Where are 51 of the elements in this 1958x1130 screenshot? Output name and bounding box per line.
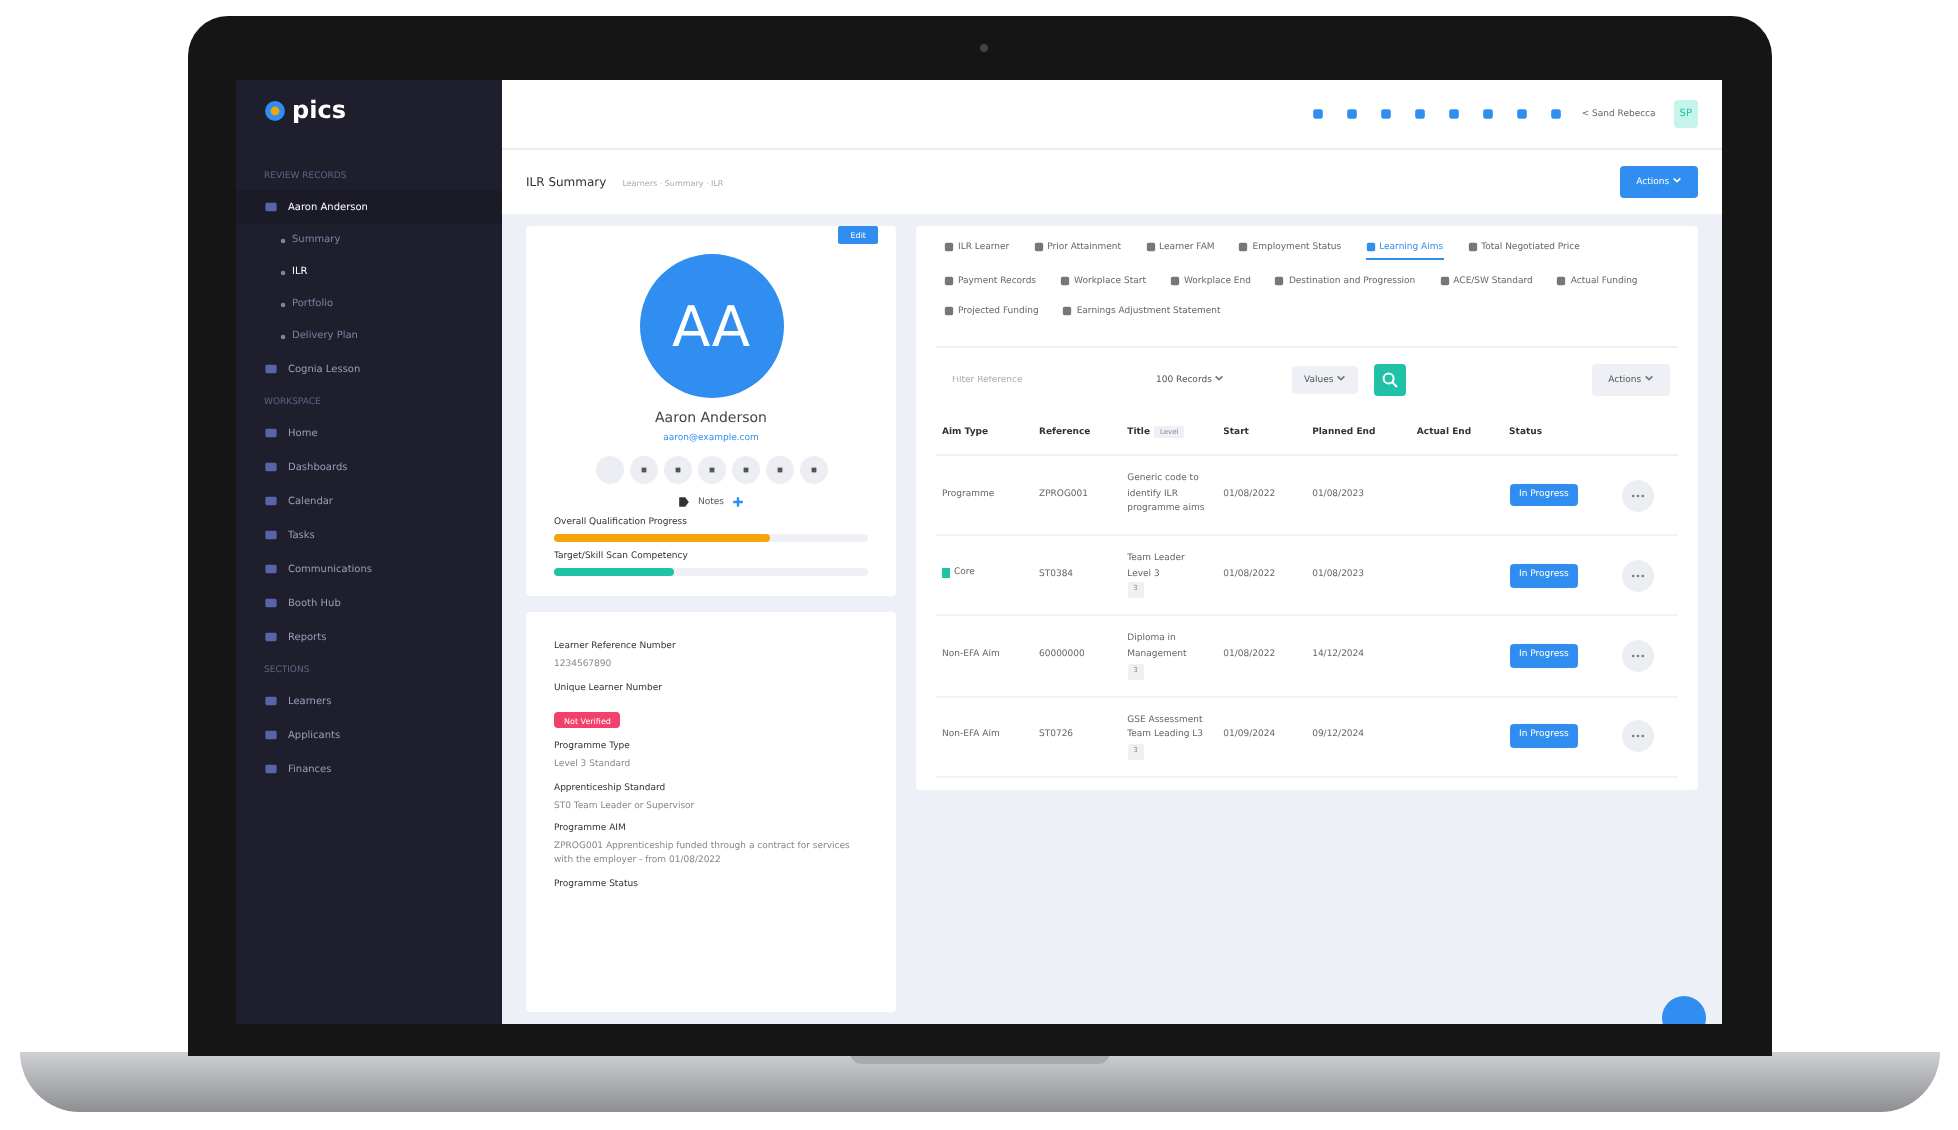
- caret-icon: [1214, 374, 1225, 383]
- folder-icon: [264, 630, 278, 644]
- link-button[interactable]: [765, 456, 793, 484]
- square-icon: [944, 275, 954, 286]
- square-icon: [1033, 242, 1044, 252]
- mail-button[interactable]: [663, 456, 691, 484]
- search-icon: [1380, 370, 1401, 391]
- bullet-icon: [280, 269, 286, 275]
- caret-icon: [1672, 176, 1682, 184]
- dots-icon: [1630, 571, 1647, 580]
- folder-icon: [264, 762, 278, 776]
- folder-icon: [264, 596, 278, 610]
- dots-icon: [1630, 491, 1647, 500]
- square-icon: [1467, 242, 1478, 252]
- folder-icon: [264, 426, 278, 440]
- caret-icon: [1644, 374, 1654, 383]
- dots-icon: [1630, 732, 1647, 741]
- square-icon: [944, 306, 954, 317]
- camera-icon: [979, 44, 987, 52]
- help-button[interactable]: [799, 456, 827, 484]
- document-button[interactable]: [629, 456, 657, 484]
- folder-icon: [264, 362, 278, 376]
- chat-button[interactable]: [731, 456, 759, 484]
- square-icon: [1274, 275, 1285, 286]
- folder-icon: [264, 728, 278, 742]
- caret-icon: [1336, 374, 1347, 383]
- square-icon: [1062, 306, 1073, 317]
- plus-icon[interactable]: [732, 496, 744, 508]
- folder-icon: [264, 494, 278, 508]
- square-icon: [1145, 242, 1156, 252]
- folder-icon: [264, 528, 278, 542]
- square-icon: [944, 242, 954, 252]
- avatar-circle: AA: [639, 254, 783, 398]
- square-icon: [1238, 242, 1249, 252]
- folder-icon: [264, 694, 278, 708]
- square-icon: [1439, 275, 1450, 286]
- folder-icon: [264, 460, 278, 474]
- search-button[interactable]: [1374, 364, 1407, 397]
- square-icon: [1556, 275, 1567, 286]
- bullet-icon: [280, 301, 286, 307]
- logo-icon: [264, 99, 286, 121]
- square-icon: [1365, 242, 1376, 252]
- square-icon: [1060, 275, 1071, 286]
- phone-button[interactable]: [697, 456, 725, 484]
- folder-icon: [264, 200, 278, 214]
- folder-icon: [264, 562, 278, 576]
- logo-text: pics: [292, 96, 346, 124]
- square-icon: [1169, 275, 1180, 286]
- bullet-icon: [280, 333, 286, 339]
- dots-icon: [1630, 651, 1647, 660]
- bullet-icon: [280, 237, 286, 243]
